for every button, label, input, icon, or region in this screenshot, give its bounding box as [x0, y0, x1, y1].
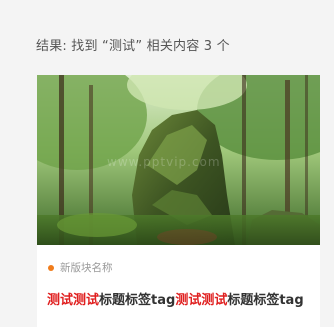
title-text: 标题标签tag: [227, 293, 304, 308]
image-watermark: www.pptvip.com: [107, 155, 221, 169]
result-title[interactable]: 测试测试标题标签tag测试测试标题标签tag: [47, 289, 312, 308]
result-thumbnail[interactable]: www.pptvip.com: [37, 75, 320, 245]
title-highlight: 测试测试: [47, 293, 100, 308]
block-name[interactable]: 新版块名称: [60, 260, 113, 275]
search-result-summary: 结果: 找到 “测试” 相关内容 3 个: [36, 39, 230, 54]
title-text: 标题标签tag: [99, 293, 176, 308]
result-card[interactable]: www.pptvip.com 新版块名称 测试测试标题标签tag测试测试标题标签…: [37, 75, 320, 327]
category-dot-icon: [48, 264, 54, 271]
title-highlight: 测试测试: [175, 293, 228, 308]
result-meta: 新版块名称: [48, 260, 113, 275]
